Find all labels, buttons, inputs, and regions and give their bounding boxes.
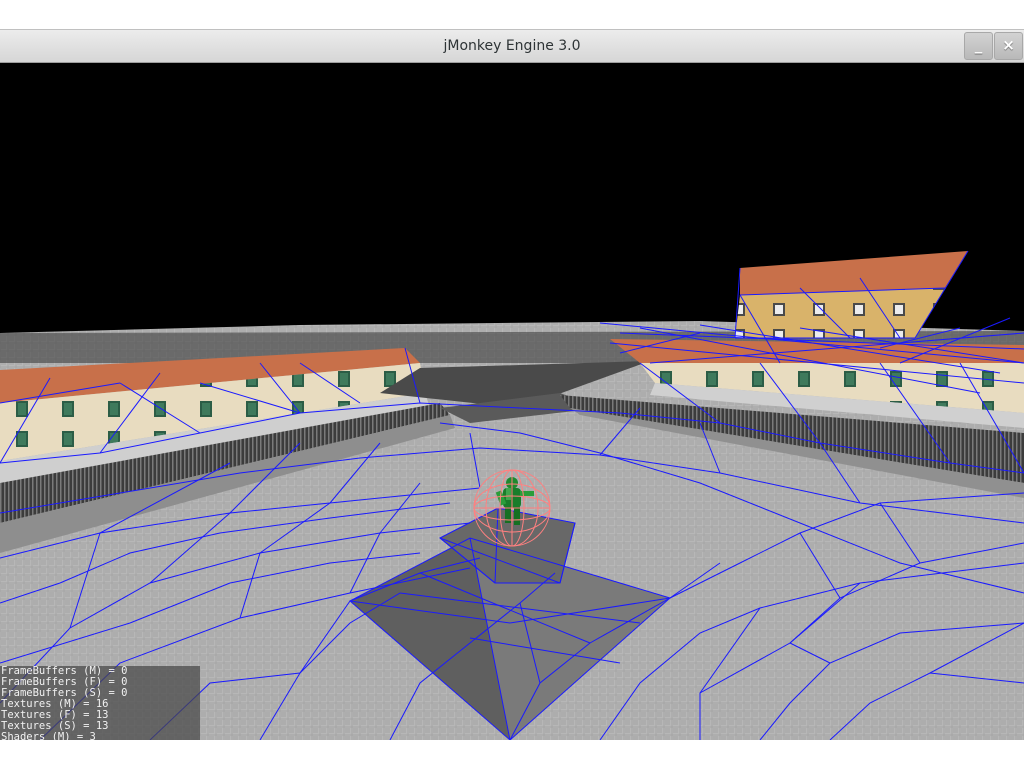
title-bar[interactable]: jMonkey Engine 3.0 _ ×	[0, 29, 1024, 63]
minimize-button[interactable]: _	[964, 32, 993, 60]
app-window: jMonkey Engine 3.0 _ × FrameBuffers (M) …	[0, 29, 1024, 740]
bounding-sphere	[473, 469, 551, 547]
render-viewport[interactable]: FrameBuffers (M) = 0 FrameBuffers (F) = …	[0, 63, 1024, 740]
close-button[interactable]: ×	[994, 32, 1023, 60]
window-title: jMonkey Engine 3.0	[443, 38, 581, 54]
stats-overlay: FrameBuffers (M) = 0 FrameBuffers (F) = …	[0, 666, 200, 740]
minimize-icon: _	[974, 36, 983, 54]
stat-line: Shaders (M) = 3	[1, 731, 96, 741]
scene-canvas	[0, 250, 1024, 740]
desktop: jMonkey Engine 3.0 _ × FrameBuffers (M) …	[0, 0, 1024, 768]
right-building-wall	[735, 288, 945, 338]
close-icon: ×	[1002, 36, 1015, 54]
